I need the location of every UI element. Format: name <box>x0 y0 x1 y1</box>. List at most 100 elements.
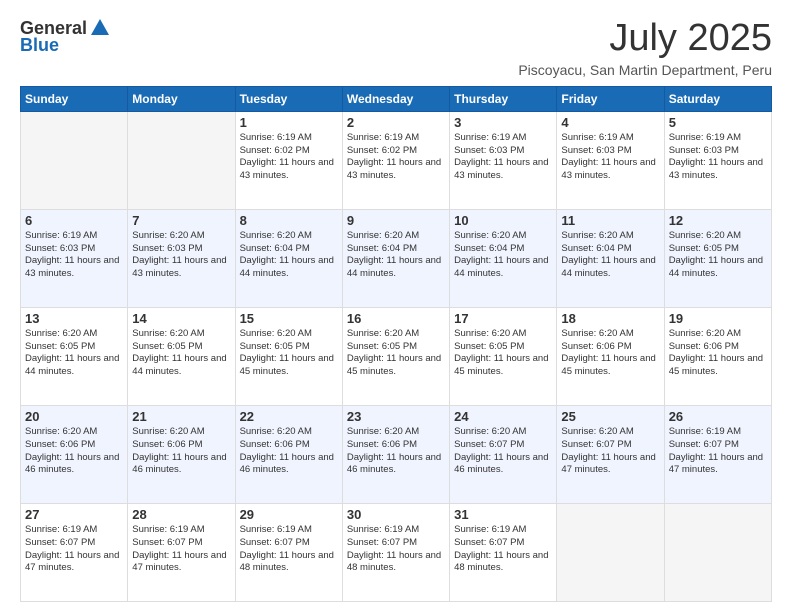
table-row: 3Sunrise: 6:19 AMSunset: 6:03 PMDaylight… <box>450 111 557 209</box>
day-info: Sunrise: 6:20 AMSunset: 6:06 PMDaylight:… <box>669 328 767 379</box>
calendar-week-row: 1 Sunrise: 6:19 AMSunset: 6:02 PMDaylight… <box>21 111 772 209</box>
day-info: Sunrise: 6:20 AMSunset: 6:05 PMDaylight:… <box>669 230 767 281</box>
day-info: Sunrise: 6:20 AMSunset: 6:04 PMDaylight:… <box>240 230 338 281</box>
day-info: Sunrise: 6:20 AMSunset: 6:06 PMDaylight:… <box>132 426 230 477</box>
table-row: 30Sunrise: 6:19 AMSunset: 6:07 PMDayligh… <box>342 503 449 601</box>
day-number: 2 <box>347 115 445 130</box>
table-row: 5Sunrise: 6:19 AMSunset: 6:03 PMDaylight… <box>664 111 771 209</box>
day-number: 20 <box>25 409 123 424</box>
day-number: 27 <box>25 507 123 522</box>
table-row: 27 Sunrise: 6:19 AMSunset: 6:07 PMDayligh… <box>21 503 128 601</box>
day-info: Sunrise: 6:20 AMSunset: 6:07 PMDaylight:… <box>561 426 659 477</box>
day-info: Sunrise: 6:19 AMSunset: 6:07 PMDaylight:… <box>25 524 123 575</box>
day-number: 26 <box>669 409 767 424</box>
day-number: 17 <box>454 311 552 326</box>
logo-icon <box>89 17 111 39</box>
table-row: 4Sunrise: 6:19 AMSunset: 6:03 PMDaylight… <box>557 111 664 209</box>
col-sunday: Sunday <box>21 86 128 111</box>
table-row: 19 Sunrise: 6:20 AMSunset: 6:06 PMDayligh… <box>664 307 771 405</box>
day-number: 7 <box>132 213 230 228</box>
day-info: Sunrise: 6:20 AMSunset: 6:06 PMDaylight:… <box>25 426 123 477</box>
day-info: Sunrise: 6:20 AMSunset: 6:07 PMDaylight:… <box>454 426 552 477</box>
col-wednesday: Wednesday <box>342 86 449 111</box>
day-number: 12 <box>669 213 767 228</box>
table-row: 31Sunrise: 6:19 AMSunset: 6:07 PMDayligh… <box>450 503 557 601</box>
calendar-week-row: 20 Sunrise: 6:20 AMSunset: 6:06 PMDayligh… <box>21 405 772 503</box>
table-row <box>557 503 664 601</box>
day-info: Sunrise: 6:20 AMSunset: 6:04 PMDaylight:… <box>561 230 659 281</box>
table-row: 21 Sunrise: 6:20 AMSunset: 6:06 PMDayligh… <box>128 405 235 503</box>
day-number: 29 <box>240 507 338 522</box>
day-info: Sunrise: 6:19 AMSunset: 6:03 PMDaylight:… <box>561 132 659 183</box>
header: General Blue July 2025 Piscoyacu, San Ma… <box>20 18 772 78</box>
location-title: Piscoyacu, San Martin Department, Peru <box>518 62 772 78</box>
table-row: 12 Sunrise: 6:20 AMSunset: 6:05 PMDayligh… <box>664 209 771 307</box>
day-number: 11 <box>561 213 659 228</box>
table-row: 26 Sunrise: 6:19 AMSunset: 6:07 PMDayligh… <box>664 405 771 503</box>
table-row: 10Sunrise: 6:20 AMSunset: 6:04 PMDayligh… <box>450 209 557 307</box>
table-row: 23 Sunrise: 6:20 AMSunset: 6:06 PMDayligh… <box>342 405 449 503</box>
day-info: Sunrise: 6:20 AMSunset: 6:03 PMDaylight:… <box>132 230 230 281</box>
day-number: 22 <box>240 409 338 424</box>
day-number: 23 <box>347 409 445 424</box>
day-info: Sunrise: 6:20 AMSunset: 6:05 PMDaylight:… <box>240 328 338 379</box>
table-row: 2 Sunrise: 6:19 AMSunset: 6:02 PMDaylight… <box>342 111 449 209</box>
table-row: 15Sunrise: 6:20 AMSunset: 6:05 PMDayligh… <box>235 307 342 405</box>
col-saturday: Saturday <box>664 86 771 111</box>
day-info: Sunrise: 6:20 AMSunset: 6:05 PMDaylight:… <box>347 328 445 379</box>
day-info: Sunrise: 6:19 AMSunset: 6:07 PMDaylight:… <box>669 426 767 477</box>
table-row: 7 Sunrise: 6:20 AMSunset: 6:03 PMDaylight… <box>128 209 235 307</box>
table-row <box>664 503 771 601</box>
table-row: 29Sunrise: 6:19 AMSunset: 6:07 PMDayligh… <box>235 503 342 601</box>
day-info: Sunrise: 6:19 AMSunset: 6:03 PMDaylight:… <box>25 230 123 281</box>
day-number: 5 <box>669 115 767 130</box>
day-number: 1 <box>240 115 338 130</box>
day-number: 21 <box>132 409 230 424</box>
title-section: July 2025 Piscoyacu, San Martin Departme… <box>518 18 772 78</box>
day-info: Sunrise: 6:20 AMSunset: 6:06 PMDaylight:… <box>240 426 338 477</box>
col-thursday: Thursday <box>450 86 557 111</box>
day-number: 9 <box>347 213 445 228</box>
table-row: 18 Sunrise: 6:20 AMSunset: 6:06 PMDayligh… <box>557 307 664 405</box>
day-info: Sunrise: 6:20 AMSunset: 6:06 PMDaylight:… <box>561 328 659 379</box>
day-number: 10 <box>454 213 552 228</box>
day-number: 6 <box>25 213 123 228</box>
col-monday: Monday <box>128 86 235 111</box>
day-info: Sunrise: 6:19 AMSunset: 6:07 PMDaylight:… <box>454 524 552 575</box>
col-friday: Friday <box>557 86 664 111</box>
day-number: 14 <box>132 311 230 326</box>
day-number: 3 <box>454 115 552 130</box>
day-info: Sunrise: 6:19 AMSunset: 6:07 PMDaylight:… <box>132 524 230 575</box>
table-row <box>21 111 128 209</box>
calendar-week-row: 6 Sunrise: 6:19 AMSunset: 6:03 PMDaylight… <box>21 209 772 307</box>
day-number: 28 <box>132 507 230 522</box>
table-row: 1 Sunrise: 6:19 AMSunset: 6:02 PMDaylight… <box>235 111 342 209</box>
day-info: Sunrise: 6:20 AMSunset: 6:05 PMDaylight:… <box>132 328 230 379</box>
month-title: July 2025 <box>518 18 772 60</box>
day-number: 8 <box>240 213 338 228</box>
table-row: 24Sunrise: 6:20 AMSunset: 6:07 PMDayligh… <box>450 405 557 503</box>
table-row: 11 Sunrise: 6:20 AMSunset: 6:04 PMDayligh… <box>557 209 664 307</box>
calendar-week-row: 13 Sunrise: 6:20 AMSunset: 6:05 PMDayligh… <box>21 307 772 405</box>
table-row: 13 Sunrise: 6:20 AMSunset: 6:05 PMDayligh… <box>21 307 128 405</box>
table-row: 6 Sunrise: 6:19 AMSunset: 6:03 PMDaylight… <box>21 209 128 307</box>
day-info: Sunrise: 6:19 AMSunset: 6:02 PMDaylight:… <box>347 132 445 183</box>
day-number: 25 <box>561 409 659 424</box>
table-row: 28 Sunrise: 6:19 AMSunset: 6:07 PMDayligh… <box>128 503 235 601</box>
table-row: 9Sunrise: 6:20 AMSunset: 6:04 PMDaylight… <box>342 209 449 307</box>
table-row: 14 Sunrise: 6:20 AMSunset: 6:05 PMDayligh… <box>128 307 235 405</box>
day-number: 18 <box>561 311 659 326</box>
col-tuesday: Tuesday <box>235 86 342 111</box>
day-info: Sunrise: 6:20 AMSunset: 6:05 PMDaylight:… <box>454 328 552 379</box>
calendar-header-row: Sunday Monday Tuesday Wednesday Thursday… <box>21 86 772 111</box>
logo: General Blue <box>20 18 111 56</box>
day-info: Sunrise: 6:20 AMSunset: 6:06 PMDaylight:… <box>347 426 445 477</box>
table-row: 20 Sunrise: 6:20 AMSunset: 6:06 PMDayligh… <box>21 405 128 503</box>
day-info: Sunrise: 6:20 AMSunset: 6:05 PMDaylight:… <box>25 328 123 379</box>
day-number: 30 <box>347 507 445 522</box>
day-number: 13 <box>25 311 123 326</box>
day-number: 19 <box>669 311 767 326</box>
day-info: Sunrise: 6:19 AMSunset: 6:02 PMDaylight:… <box>240 132 338 183</box>
page: General Blue July 2025 Piscoyacu, San Ma… <box>0 0 792 612</box>
calendar-week-row: 27 Sunrise: 6:19 AMSunset: 6:07 PMDayligh… <box>21 503 772 601</box>
